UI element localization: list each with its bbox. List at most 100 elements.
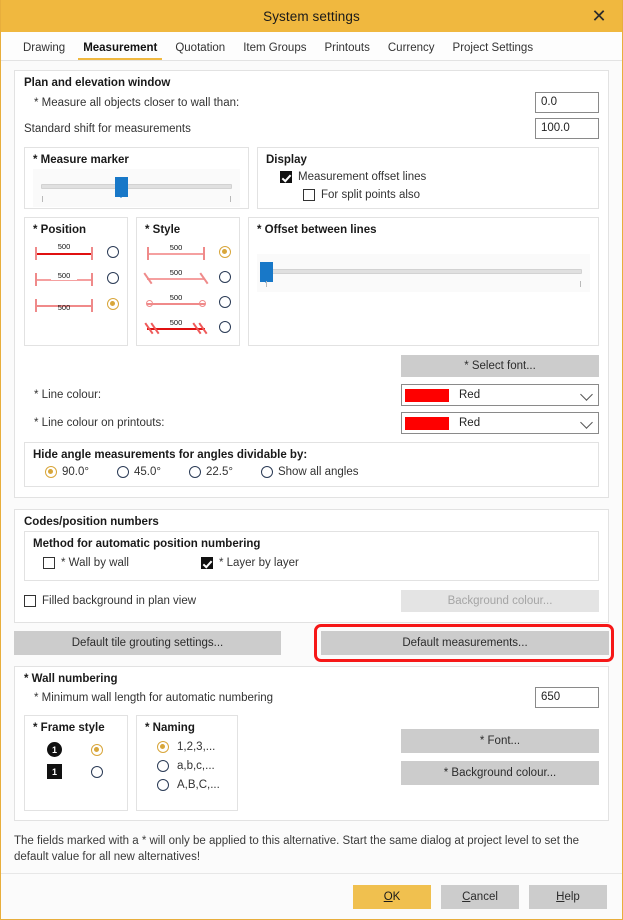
measure-marker-panel: * Measure marker [24,147,249,209]
style-title: * Style [145,224,231,236]
chevron-down-icon[interactable] [580,388,593,401]
position-radio-1[interactable] [107,246,119,258]
filled-background-label: Filled background in plan view [42,595,196,607]
wall-numbering-background-colour-button[interactable]: * Background colour... [401,761,599,785]
numbering-method-title: Method for automatic position numbering [33,538,590,550]
measurement-offset-lines-row[interactable]: Measurement offset lines [280,171,590,183]
system-settings-dialog: System settings ✕ Drawing Measurement Qu… [0,0,623,920]
naming-option-lower[interactable]: a,b,c,... [145,760,229,772]
close-icon[interactable]: ✕ [580,0,618,32]
help-button[interactable]: Help [529,885,607,909]
hide-angles-radio-45[interactable] [117,466,129,478]
naming-radio-lower[interactable] [157,760,169,772]
hide-angles-label-all: Show all angles [278,466,359,478]
style-radio-3[interactable] [219,296,231,308]
measurement-offset-lines-label: Measurement offset lines [298,171,426,183]
window-title: System settings [263,9,360,24]
style-glyph-2: 500 [145,267,207,287]
naming-option-numeric[interactable]: 1,2,3,... [145,741,229,753]
position-title: * Position [33,224,119,236]
naming-label-numeric: 1,2,3,... [177,741,215,753]
slider-tick [230,196,231,202]
tab-drawing[interactable]: Drawing [14,42,74,60]
style-radio-2[interactable] [219,271,231,283]
slider-thumb[interactable] [260,262,273,282]
tab-quotation[interactable]: Quotation [166,42,234,60]
style-glyph-value: 500 [145,318,207,327]
style-radio-1[interactable] [219,246,231,258]
for-split-points-checkbox[interactable] [303,189,315,201]
naming-radio-upper[interactable] [157,779,169,791]
tab-item-groups[interactable]: Item Groups [234,42,315,60]
ok-button[interactable]: OK [353,885,431,909]
default-measurements-button[interactable]: Default measurements... [321,631,609,655]
slider-track [41,184,232,189]
layer-by-layer-row[interactable]: * Layer by layer [201,557,299,569]
for-split-points-label: For split points also [321,189,420,201]
tab-printouts[interactable]: Printouts [315,42,378,60]
cancel-button[interactable]: Cancel [441,885,519,909]
wall-by-wall-row[interactable]: * Wall by wall [43,557,129,569]
position-glyph-1: 500 [33,242,95,262]
hide-angles-option-all[interactable]: Show all angles [261,466,359,478]
slider-thumb[interactable] [115,177,128,197]
select-font-button[interactable]: * Select font... [401,355,599,377]
style-glyph-value: 500 [145,268,207,277]
line-colour-combo[interactable]: Red [401,384,599,406]
wall-by-wall-label: * Wall by wall [61,557,129,569]
chevron-down-icon[interactable] [580,416,593,429]
hide-angles-option-90[interactable]: 90.0° [45,466,89,478]
tab-bar: Drawing Measurement Quotation Item Group… [1,32,622,61]
hide-angles-radio-22[interactable] [189,466,201,478]
wall-numbering-font-button[interactable]: * Font... [401,729,599,753]
min-wall-length-label: * Minimum wall length for automatic numb… [24,692,273,704]
line-colour-printouts-combo[interactable]: Red [401,412,599,434]
ok-button-label: O [384,891,393,903]
wall-by-wall-checkbox[interactable] [43,557,55,569]
frame-style-panel: * Frame style 1 1 [24,715,128,811]
tab-currency[interactable]: Currency [379,42,444,60]
codes-position-numbers-group: Codes/position numbers Method for automa… [14,509,609,623]
filled-background-checkbox[interactable] [24,595,36,607]
tab-measurement[interactable]: Measurement [74,42,166,60]
hide-angles-radio-90[interactable] [45,466,57,478]
measurement-offset-lines-checkbox[interactable] [280,171,292,183]
hide-angles-title: Hide angle measurements for angles divid… [33,449,590,461]
offset-between-lines-panel: * Offset between lines [248,217,599,346]
default-tile-grouting-button[interactable]: Default tile grouting settings... [14,631,281,655]
footnote-text: The fields marked with a * will only be … [14,833,584,865]
frame-style-circle-icon: 1 [47,742,62,757]
for-split-points-row[interactable]: For split points also [303,189,590,201]
layer-by-layer-checkbox[interactable] [201,557,213,569]
offset-between-lines-title: * Offset between lines [257,224,590,236]
slider-tick [42,196,43,202]
frame-style-radio-square[interactable] [91,766,103,778]
standard-shift-input[interactable]: 100.0 [535,118,599,139]
style-radio-4[interactable] [219,321,231,333]
hide-angles-panel: Hide angle measurements for angles divid… [24,442,599,487]
numbering-method-panel: Method for automatic position numbering … [24,531,599,581]
hide-angles-option-22[interactable]: 22.5° [189,466,233,478]
tab-project-settings[interactable]: Project Settings [444,42,543,60]
naming-option-upper[interactable]: A,B,C,... [145,779,229,791]
display-title: Display [266,154,590,166]
measure-marker-slider[interactable] [33,169,240,207]
line-colour-value: Red [459,389,480,401]
frame-style-radio-circle[interactable] [91,744,103,756]
naming-radio-numeric[interactable] [157,741,169,753]
hide-angles-radio-all[interactable] [261,466,273,478]
position-glyph-2: 500 [33,268,95,288]
wall-numbering-title: * Wall numbering [24,673,599,685]
cancel-button-label-rest: ancel [470,891,498,903]
filled-background-row[interactable]: Filled background in plan view [24,595,196,607]
hide-angles-option-45[interactable]: 45.0° [117,466,161,478]
hide-angles-label-22: 22.5° [206,466,233,478]
position-radio-2[interactable] [107,272,119,284]
min-wall-length-input[interactable]: 650 [535,687,599,708]
measure-closer-input[interactable]: 0.0 [535,92,599,113]
frame-style-title: * Frame style [33,722,119,734]
offset-between-lines-slider[interactable] [257,254,590,292]
position-radio-3[interactable] [107,298,119,310]
line-colour-printouts-value: Red [459,417,480,429]
line-colour-label: * Line colour: [24,389,101,401]
